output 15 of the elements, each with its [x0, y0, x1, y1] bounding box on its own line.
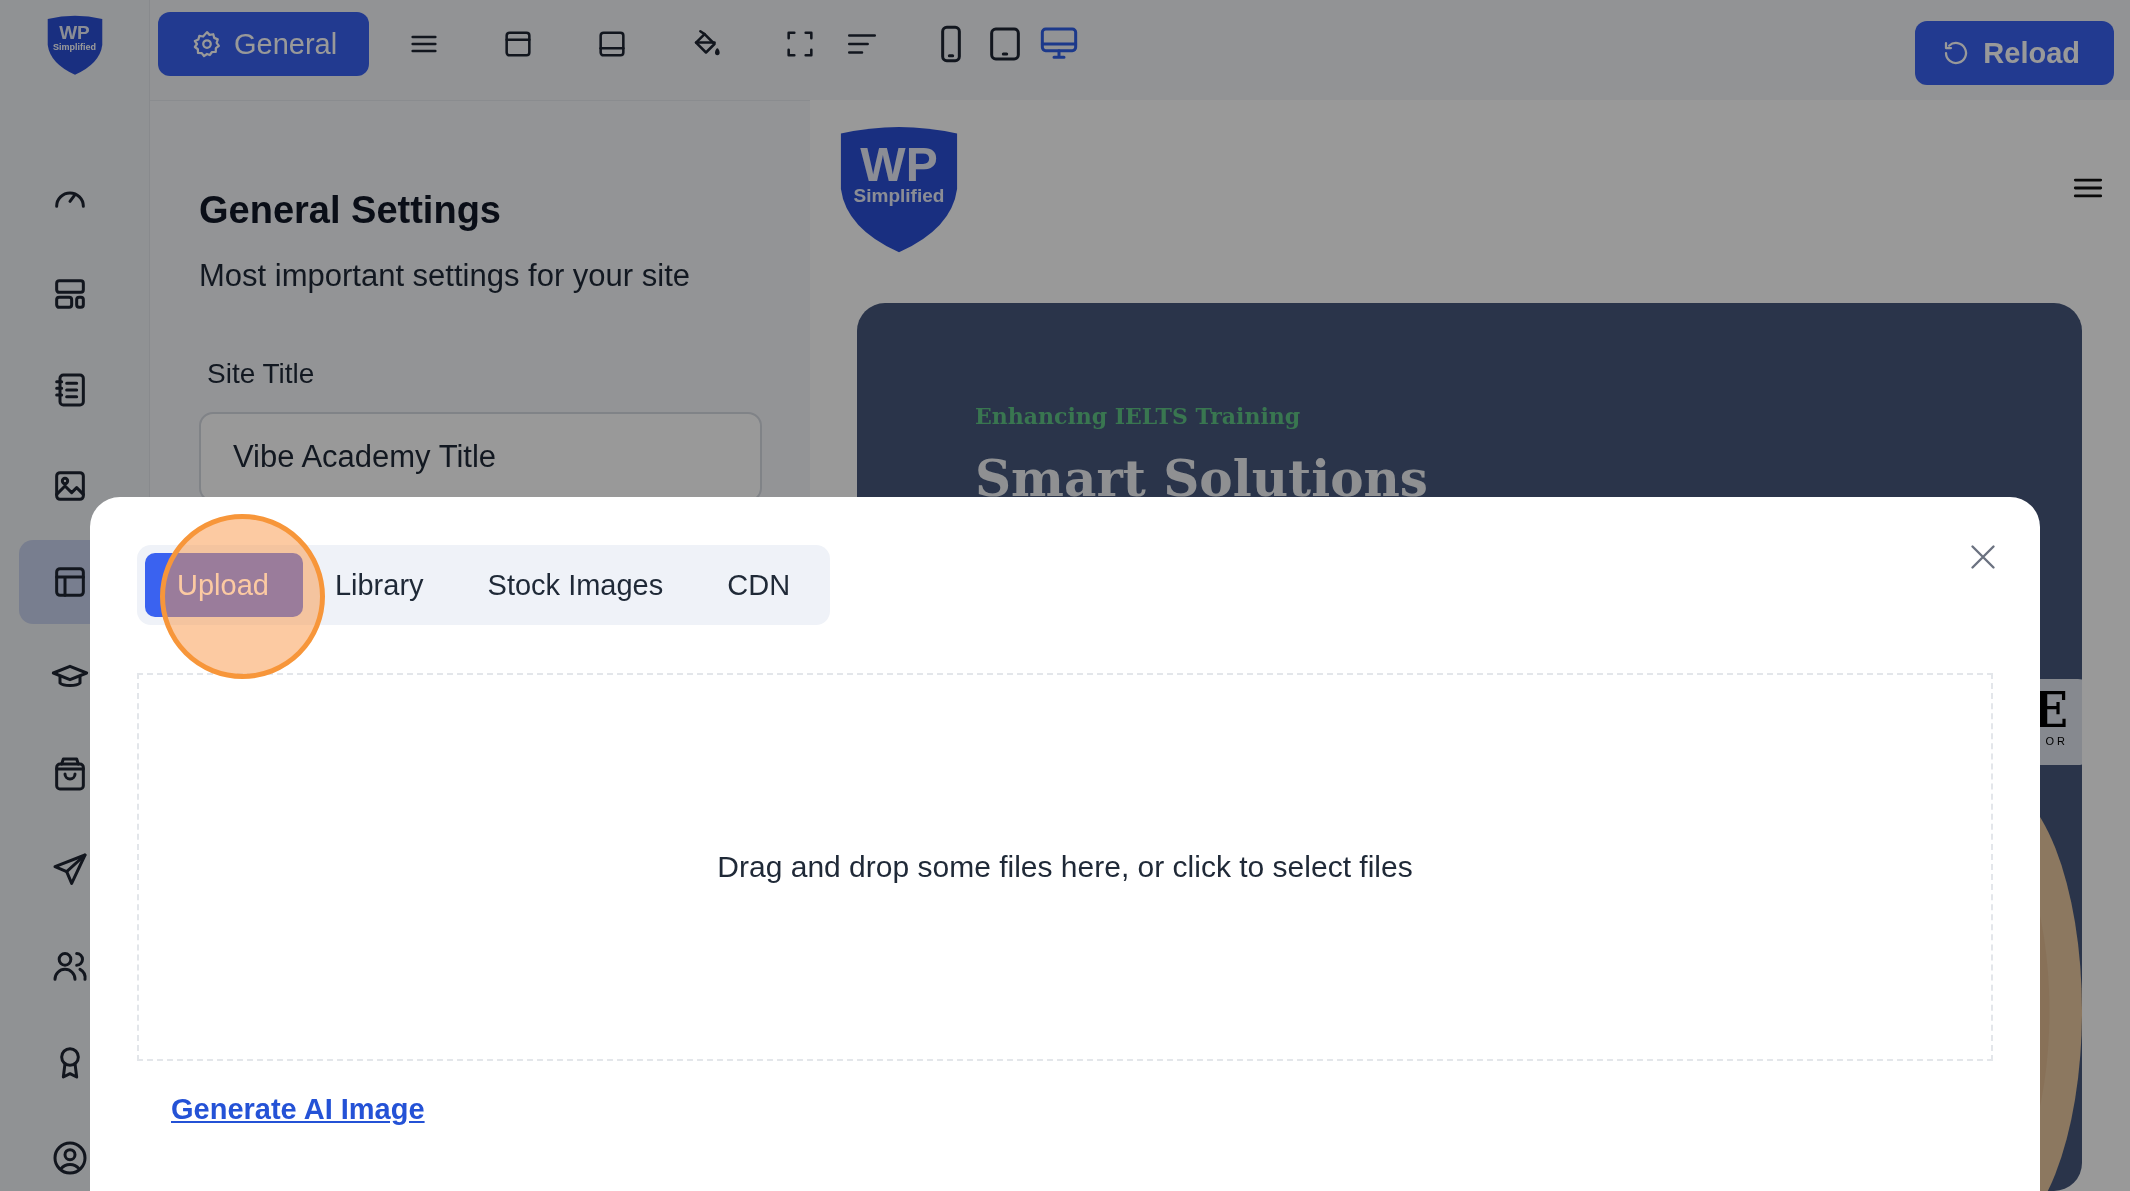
badge-caption: OR	[2045, 735, 2068, 747]
general-button[interactable]: General	[158, 12, 370, 76]
tab[interactable]: Stock Images	[455, 553, 696, 617]
tab[interactable]: CDN	[695, 553, 823, 617]
drop-zone[interactable]: Drag and drop some files here, or click to select files	[137, 673, 1993, 1061]
tab[interactable]: Library	[302, 553, 456, 617]
hero-eyebrow: Enhancing IELTS Training	[975, 403, 1302, 429]
field-label: Site Title	[207, 358, 316, 390]
hero-heading: Smart Solutions	[975, 449, 1429, 508]
panel-title: General Settings	[199, 189, 502, 232]
settings-icon[interactable]	[192, 29, 222, 59]
panel-subtitle: Most important settings for your site	[199, 258, 692, 294]
generate-link[interactable]: Generate AI Image	[171, 1093, 425, 1126]
reload-button[interactable]: Reload	[1915, 21, 2114, 85]
drop-zone-text: Drag and drop some files here, or click to select files	[717, 850, 1413, 884]
